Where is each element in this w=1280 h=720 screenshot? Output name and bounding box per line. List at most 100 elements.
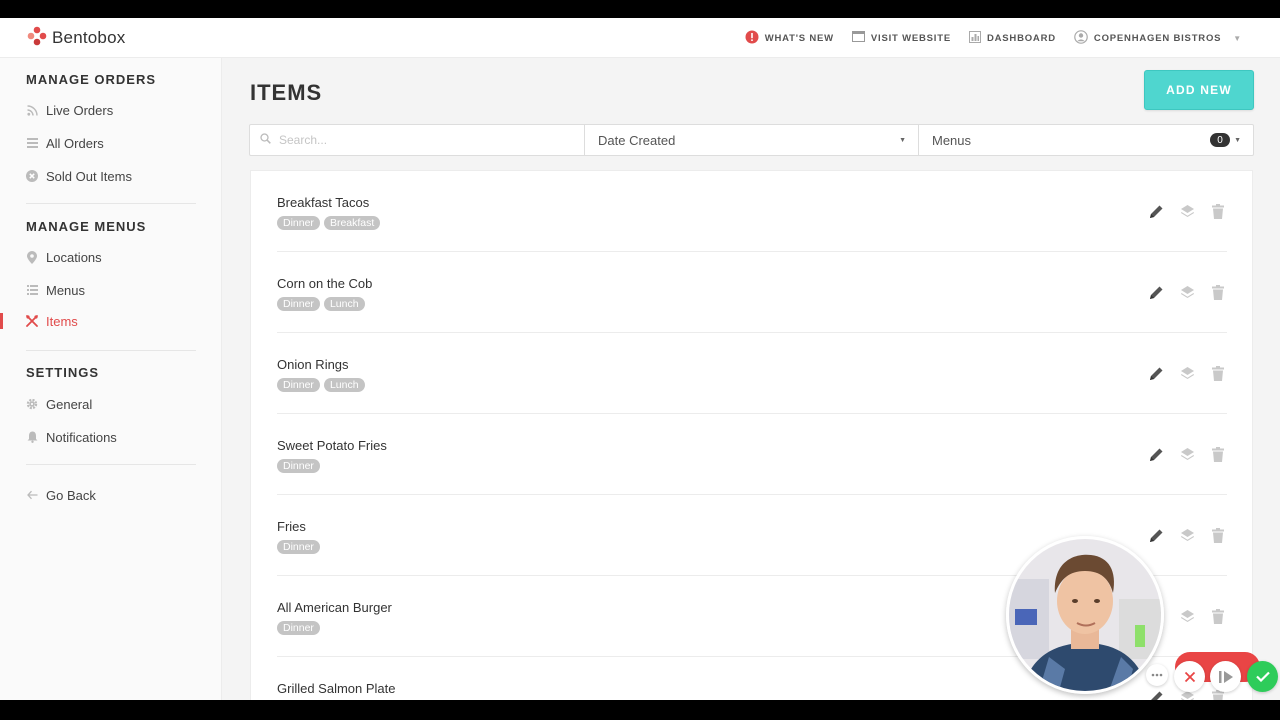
layers-icon[interactable] — [1178, 526, 1196, 544]
rss-icon — [26, 104, 38, 116]
list-item[interactable]: Breakfast Tacos Dinner Breakfast — [277, 171, 1227, 252]
list-icon — [26, 138, 38, 148]
sidebar-divider — [26, 350, 196, 351]
item-tags: Dinner Lunch — [277, 297, 365, 311]
list-item[interactable]: Onion Rings Dinner Lunch — [277, 333, 1227, 414]
caret-down-icon: ▼ — [1234, 136, 1241, 144]
sidebar-item-menus[interactable]: Menus — [26, 281, 85, 299]
trash-icon[interactable] — [1209, 202, 1227, 220]
visit-website-label: VISIT WEBSITE — [870, 32, 951, 44]
whats-new-link[interactable]: WHAT'S NEW — [745, 30, 834, 47]
item-actions — [1147, 283, 1227, 301]
menu-tag: Dinner — [277, 459, 320, 473]
item-actions — [1147, 364, 1227, 382]
list-item[interactable]: Sweet Potato Fries Dinner — [277, 414, 1227, 495]
app-window: Bentobox WHAT'S NEW VISIT WEBSITE DASHBO… — [0, 18, 1280, 700]
go-back-link[interactable]: Go Back — [26, 486, 96, 504]
webcam-avatar[interactable] — [1006, 536, 1164, 694]
edit-pencil-icon[interactable] — [1147, 283, 1165, 301]
sidebar-item-label: Locations — [46, 249, 102, 265]
close-icon[interactable] — [1174, 661, 1205, 692]
layers-icon[interactable] — [1178, 283, 1196, 301]
layers-icon[interactable] — [1178, 445, 1196, 463]
sidebar-item-sold-out-items[interactable]: Sold Out Items — [26, 167, 132, 185]
item-tags: Dinner Breakfast — [277, 216, 381, 230]
active-indicator — [0, 313, 3, 329]
top-bar: Bentobox WHAT'S NEW VISIT WEBSITE DASHBO… — [0, 18, 1280, 58]
sidebar-item-notifications[interactable]: Notifications — [26, 428, 117, 446]
edit-pencil-icon[interactable] — [1147, 526, 1165, 544]
menus-filter-label: Menus — [932, 132, 972, 148]
item-name: Sweet Potato Fries — [277, 438, 387, 453]
sidebar-item-label: All Orders — [46, 135, 104, 151]
check-icon[interactable] — [1247, 661, 1278, 692]
menu-tag: Breakfast — [323, 216, 381, 230]
account-menu[interactable]: COPENHAGEN BISTROS ▼ — [1074, 29, 1242, 47]
person-photo-icon — [1009, 539, 1161, 691]
caret-down-icon: ▼ — [899, 136, 906, 144]
section-title-settings: SETTINGS — [26, 365, 100, 380]
dashboard-label: DASHBOARD — [986, 32, 1056, 44]
filter-bar: Date Created ▼ Menus 0 ▼ — [249, 124, 1254, 156]
layers-icon[interactable] — [1178, 202, 1196, 220]
account-label: COPENHAGEN BISTROS — [1093, 32, 1222, 44]
sidebar-divider — [26, 464, 196, 465]
sidebar-item-general[interactable]: General — [26, 395, 92, 413]
layers-icon[interactable] — [1178, 364, 1196, 382]
x-circle-icon — [26, 170, 38, 182]
utensils-icon — [26, 315, 38, 327]
sidebar-item-label: Menus — [46, 282, 86, 298]
section-title-manage-orders: MANAGE ORDERS — [26, 72, 157, 87]
visit-website-link[interactable]: VISIT WEBSITE — [851, 31, 951, 45]
item-tags: Dinner Lunch — [277, 378, 365, 392]
page-title: ITEMS — [250, 80, 323, 105]
dashboard-link[interactable]: DASHBOARD — [968, 30, 1056, 46]
menu-tag: Lunch — [323, 378, 365, 392]
item-name: Onion Rings — [277, 357, 349, 372]
item-name: Grilled Salmon Plate — [277, 681, 396, 696]
sidebar: MANAGE ORDERS Live Orders All Orders Sol… — [0, 58, 222, 700]
edit-pencil-icon[interactable] — [1147, 364, 1165, 382]
brand-logo[interactable]: Bentobox — [26, 26, 125, 50]
menus-filter-select[interactable]: Menus 0 ▼ — [919, 125, 1253, 155]
pause-resume-icon[interactable] — [1210, 661, 1241, 692]
trash-icon[interactable] — [1209, 607, 1227, 625]
add-new-button[interactable]: ADD NEW — [1144, 70, 1254, 110]
sort-select[interactable]: Date Created ▼ — [585, 125, 919, 155]
more-icon[interactable] — [1146, 664, 1168, 686]
sidebar-item-items[interactable]: Items — [26, 312, 78, 330]
sidebar-item-live-orders[interactable]: Live Orders — [26, 101, 113, 119]
search-input[interactable] — [279, 133, 559, 147]
item-actions — [1147, 526, 1227, 544]
menu-tag: Dinner — [277, 297, 320, 311]
sidebar-item-label: Live Orders — [46, 102, 114, 118]
trash-icon[interactable] — [1209, 283, 1227, 301]
search-icon — [260, 131, 271, 149]
menus-filter-right: 0 ▼ — [1210, 133, 1241, 147]
list-icon — [26, 285, 38, 295]
edit-pencil-icon[interactable] — [1147, 202, 1165, 220]
gear-icon — [26, 398, 38, 410]
section-title-manage-menus: MANAGE MENUS — [26, 219, 147, 234]
edit-pencil-icon[interactable] — [1147, 688, 1165, 700]
menu-tag: Dinner — [277, 378, 320, 392]
search-box — [250, 125, 585, 155]
user-icon — [1074, 29, 1088, 47]
trash-icon[interactable] — [1209, 526, 1227, 544]
bell-icon — [26, 431, 38, 443]
whats-new-label: WHAT'S NEW — [764, 32, 834, 44]
edit-pencil-icon[interactable] — [1147, 445, 1165, 463]
trash-icon[interactable] — [1209, 445, 1227, 463]
sidebar-item-label: Sold Out Items — [46, 168, 132, 184]
item-tags: Dinner — [277, 459, 320, 473]
menu-tag: Dinner — [277, 540, 320, 554]
sidebar-item-all-orders[interactable]: All Orders — [26, 134, 104, 152]
sort-select-value: Date Created — [598, 132, 676, 148]
layers-icon[interactable] — [1178, 607, 1196, 625]
trash-icon[interactable] — [1209, 364, 1227, 382]
menu-tag: Dinner — [277, 621, 320, 635]
list-item[interactable]: Corn on the Cob Dinner Lunch — [277, 252, 1227, 333]
alert-icon — [745, 30, 759, 47]
sidebar-item-locations[interactable]: Locations — [26, 248, 102, 266]
chevron-down-icon: ▼ — [1233, 33, 1242, 43]
